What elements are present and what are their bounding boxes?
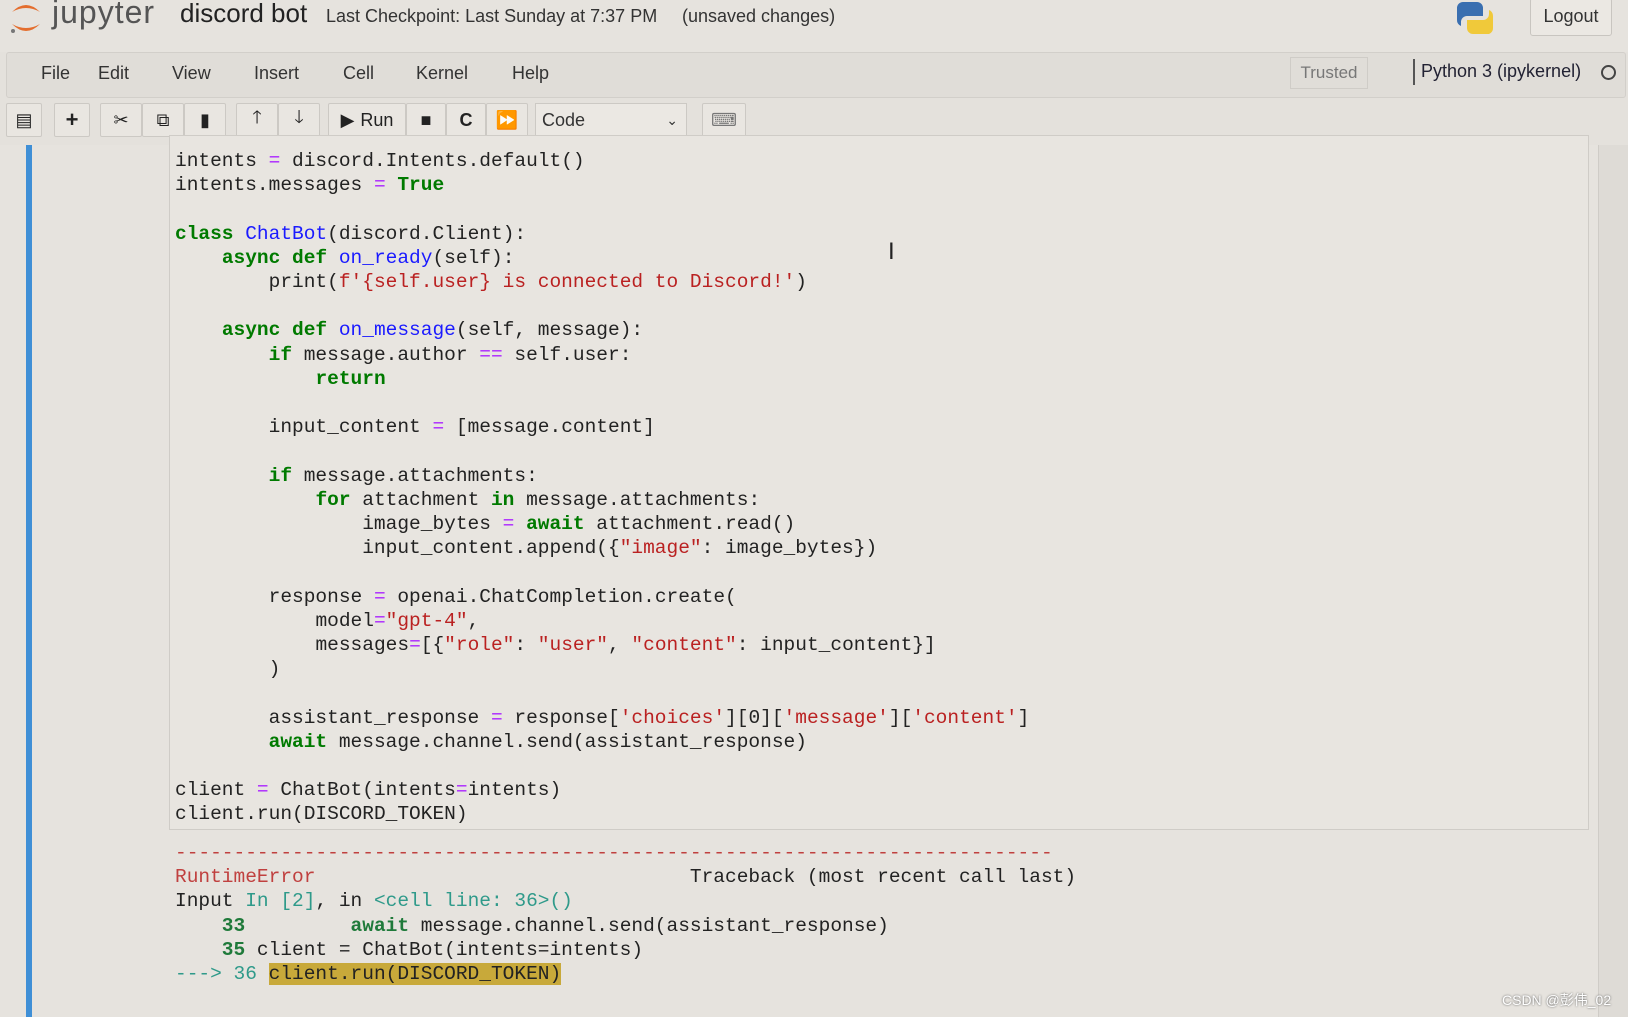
stop-button[interactable]: ■ [406, 103, 446, 137]
code-line: for attachment in message.attachments: [315, 488, 761, 511]
text-cursor-icon: I [888, 238, 895, 265]
jupyter-logo-icon[interactable] [8, 0, 44, 34]
save-icon: ▤ [15, 109, 33, 130]
code-line: input_content = [message.content] [268, 416, 655, 439]
traceback-line: ----------------------------------------… [175, 842, 1053, 864]
menubar: File Edit View Insert Cell Kernel Help T… [6, 52, 1626, 98]
code-line: response = openai.ChatCompletion.create( [268, 585, 737, 608]
logout-button[interactable]: Logout [1530, 0, 1612, 36]
menu-edit[interactable]: Edit [98, 63, 129, 84]
menu-help[interactable]: Help [512, 63, 549, 84]
code-line: class ChatBot(discord.Client): [175, 222, 527, 245]
run-label: Run [360, 109, 394, 130]
selected-cell-indicator [26, 145, 32, 1017]
code-line: client.run(DISCORD_TOKEN) [175, 803, 468, 826]
checkpoint-status: Last Checkpoint: Last Sunday at 7:37 PM [326, 6, 658, 26]
traceback-output: ----------------------------------------… [175, 841, 1076, 986]
notebook-area: intents = discord.Intents.default() inten… [0, 135, 1628, 1017]
insert-cell-button[interactable]: + [54, 103, 90, 137]
cut-button[interactable]: ✂ [100, 103, 142, 137]
traceback-line: 33 await message.channel.send(assistant_… [175, 914, 889, 937]
code-line: await message.channel.send(assistant_res… [268, 730, 807, 753]
arrow-up-icon: 🡑 [252, 107, 262, 127]
restart-button[interactable]: C [446, 103, 486, 137]
code-line: intents = discord.Intents.default() [175, 150, 585, 172]
paste-icon: ▮ [200, 109, 210, 130]
move-down-button[interactable]: 🡓 [278, 103, 320, 137]
menu-file[interactable]: File [41, 63, 70, 84]
copy-button[interactable]: ⧉ [142, 103, 184, 137]
run-icon: ▶ [340, 109, 355, 130]
code-line: model="gpt-4", [315, 609, 480, 632]
copy-icon: ⧉ [156, 109, 170, 130]
traceback-line: ---> 36 client.run(DISCORD_TOKEN) [175, 963, 562, 986]
code-line: async def on_ready(self): [221, 246, 515, 269]
traceback-line: Input In [2], in <cell line: 36>() [175, 890, 573, 913]
code-line: input_content.append({"image": image_byt… [362, 537, 878, 560]
code-line: assistant_response = response['choices']… [268, 706, 1030, 729]
paste-button[interactable]: ▮ [184, 103, 226, 137]
code-line: if message.author == self.user: [268, 343, 632, 366]
code-line: client = ChatBot(intents=intents) [175, 779, 562, 802]
plus-icon: + [65, 107, 79, 132]
menu-cell[interactable]: Cell [343, 63, 374, 84]
scrollbar[interactable] [1598, 145, 1628, 1017]
cell-type-select[interactable]: Code ⌄ [535, 103, 687, 137]
trusted-badge[interactable]: Trusted [1290, 57, 1368, 89]
chevron-down-icon: ⌄ [666, 112, 678, 128]
unsaved-indicator: (unsaved changes) [682, 6, 836, 26]
traceback-line: 35 client = ChatBot(intents=intents) [175, 938, 644, 961]
code-line: print(f'{self.user} is connected to Disc… [268, 271, 807, 294]
jupyter-logo-text: jupyter [52, 0, 156, 30]
code-editor[interactable]: intents = discord.Intents.default() inten… [175, 149, 1029, 827]
cell-type-value: Code [542, 110, 586, 130]
code-line: messages=[{"role": "user", "content": in… [315, 634, 936, 657]
kernel-idle-icon [1601, 65, 1616, 80]
restart-icon: C [459, 109, 473, 130]
header: jupyter discord bot Last Checkpoint: Las… [0, 0, 1628, 52]
code-line: if message.attachments: [268, 464, 538, 487]
command-palette-button[interactable]: ⌨ [702, 103, 746, 137]
notebook-title[interactable]: discord bot [180, 0, 307, 29]
code-line: return [315, 367, 386, 390]
run-button[interactable]: ▶ Run [328, 103, 406, 137]
python-logo-icon [1456, 2, 1494, 34]
code-line: image_bytes = await attachment.read() [362, 513, 796, 536]
arrow-down-icon: 🡓 [294, 107, 304, 127]
keyboard-icon: ⌨ [711, 109, 737, 130]
fast-forward-icon: ⏩ [495, 109, 519, 130]
kernel-divider [1413, 59, 1415, 85]
move-up-button[interactable]: 🡑 [236, 103, 278, 137]
stop-icon: ■ [420, 109, 432, 130]
kernel-name[interactable]: Python 3 (ipykernel) [1421, 61, 1581, 82]
watermark: CSDN @彭伟_02 [1502, 992, 1612, 1008]
code-line: intents.messages = True [175, 174, 445, 197]
save-button[interactable]: ▤ [6, 103, 42, 137]
code-line: ) [268, 658, 281, 681]
traceback-line: RuntimeError Traceback (most recent call… [175, 866, 1077, 889]
restart-run-all-button[interactable]: ⏩ [486, 103, 528, 137]
menu-kernel[interactable]: Kernel [416, 63, 468, 84]
menu-insert[interactable]: Insert [254, 63, 299, 84]
cut-icon: ✂ [113, 109, 129, 130]
menu-view[interactable]: View [172, 63, 211, 84]
code-line: async def on_message(self, message): [221, 319, 644, 342]
